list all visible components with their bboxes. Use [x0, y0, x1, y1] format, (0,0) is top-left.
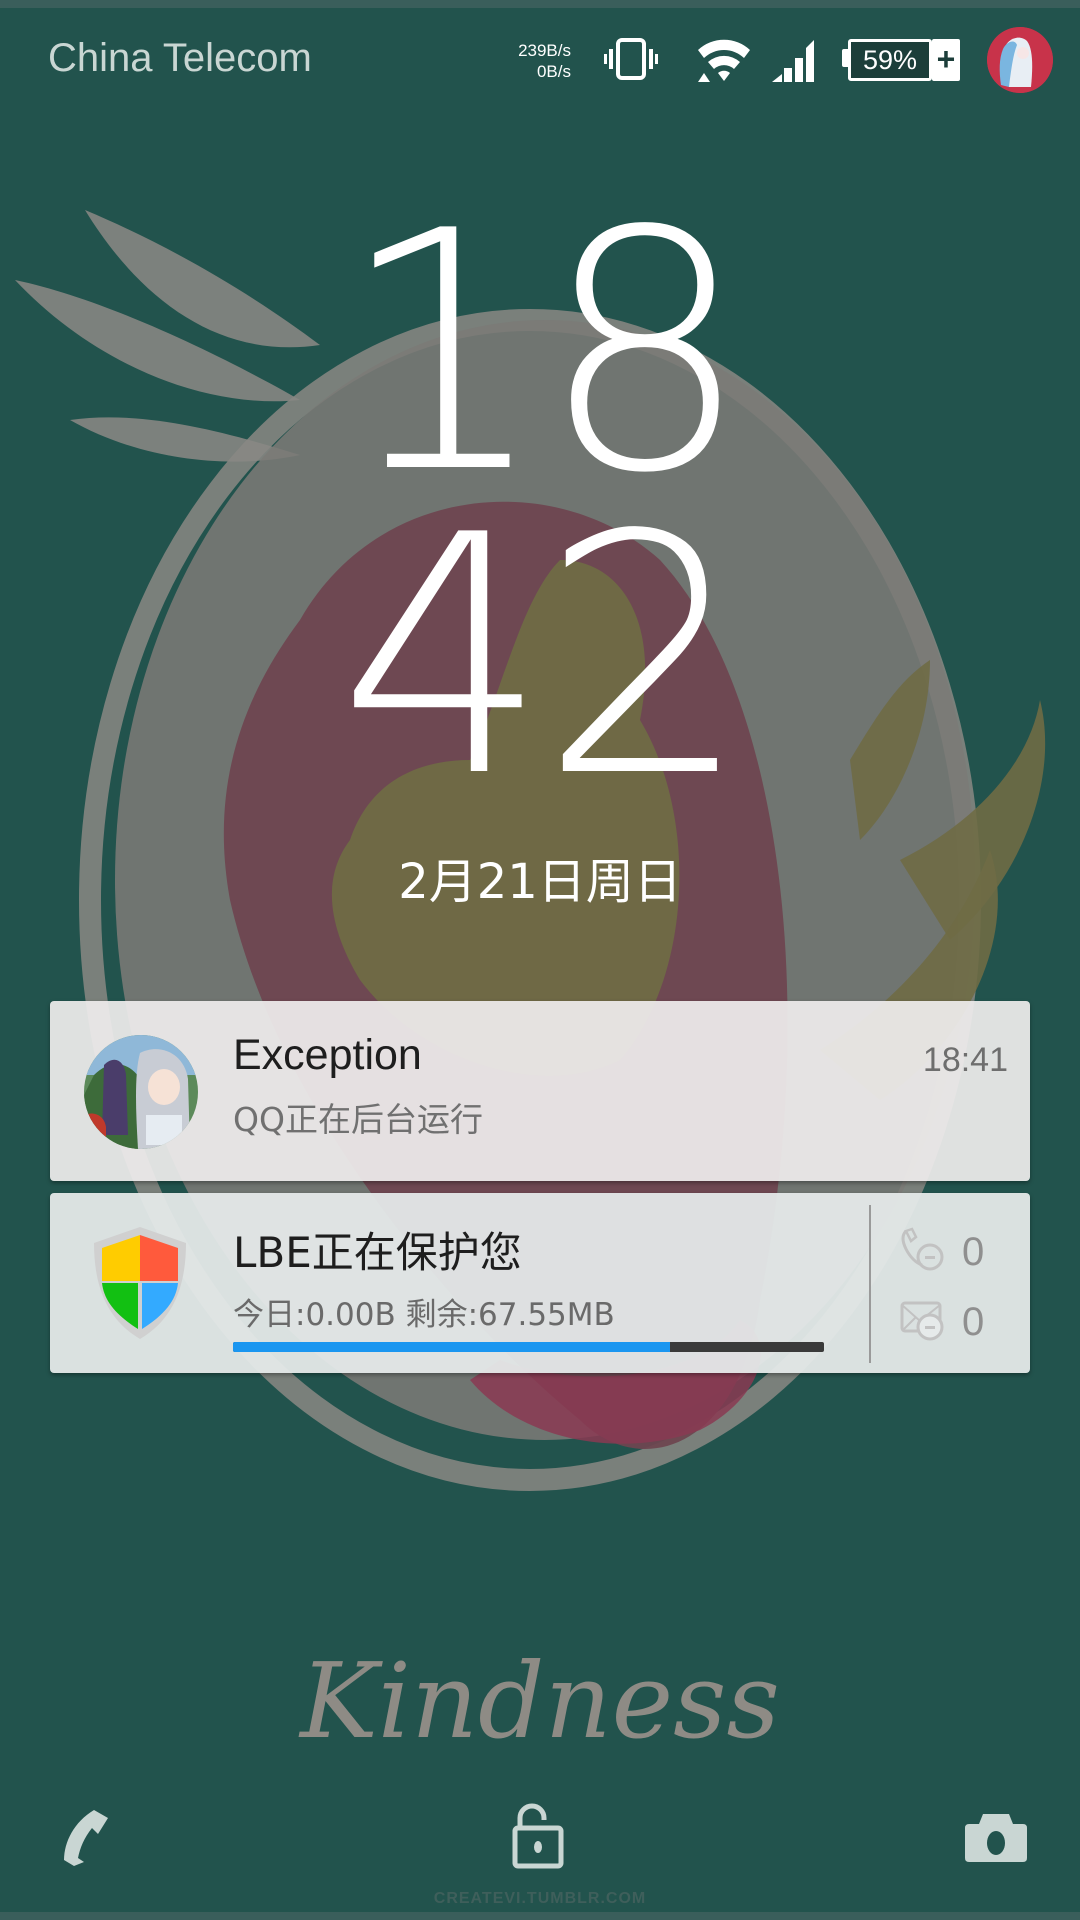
notification-subtitle: QQ正在后台运行 [233, 1100, 483, 1139]
network-speed: 239B/s 0B/s [505, 40, 571, 82]
blocked-messages-count: 0 [962, 1300, 985, 1344]
notification-qq[interactable]: Exception QQ正在后台运行 18:41 [50, 1001, 1030, 1181]
blocked-call-icon [901, 1227, 944, 1271]
vibrate-icon [604, 38, 658, 80]
blocked-calls-count: 0 [962, 1230, 985, 1274]
bottom-edge [0, 1912, 1080, 1920]
blocked-message-icon [900, 1301, 944, 1341]
notification-title: LBE正在保护您 [233, 1228, 522, 1277]
wallpaper-caption: Kindness [300, 1640, 780, 1762]
wifi-icon [698, 39, 750, 82]
notification-title: Exception [233, 1031, 422, 1079]
data-usage-progress [233, 1342, 824, 1352]
notification-time: 18:41 [922, 1041, 1008, 1079]
user-avatar[interactable] [987, 27, 1053, 93]
phone-icon[interactable] [52, 1804, 116, 1868]
charging-icon: + [932, 39, 960, 81]
wallpaper-credit: CREATEVI.TUMBLR.COM [433, 1890, 647, 1907]
battery-percent: 59% [848, 39, 932, 81]
data-usage-text: 今日:0.00B 剩余:67.55MB [233, 1297, 615, 1333]
upload-speed: 239B/s [518, 41, 571, 60]
signal-icon [772, 40, 814, 82]
download-speed: 0B/s [536, 62, 571, 81]
avatar-image [987, 27, 1053, 93]
top-edge [0, 0, 1080, 8]
shield-icon [94, 1227, 186, 1339]
blocked-calls[interactable]: 0 [900, 1227, 1010, 1277]
vertical-divider [869, 1205, 871, 1363]
date-label: 2月21日周日 [398, 854, 682, 910]
notification-lbe[interactable]: LBE正在保护您 今日:0.00B 剩余:67.55MB 0 0 [50, 1193, 1030, 1373]
carrier-name: China Telecom [48, 36, 312, 80]
anime-avatar-image [84, 1035, 198, 1149]
battery-indicator: 59% + [842, 39, 968, 81]
progress-fill [233, 1342, 671, 1352]
blocked-messages[interactable]: 0 [900, 1297, 1010, 1347]
camera-icon[interactable] [965, 1812, 1027, 1864]
clock-minutes: 42 [338, 465, 750, 849]
unlock-icon[interactable] [512, 1800, 568, 1870]
notification-avatar [84, 1035, 198, 1149]
